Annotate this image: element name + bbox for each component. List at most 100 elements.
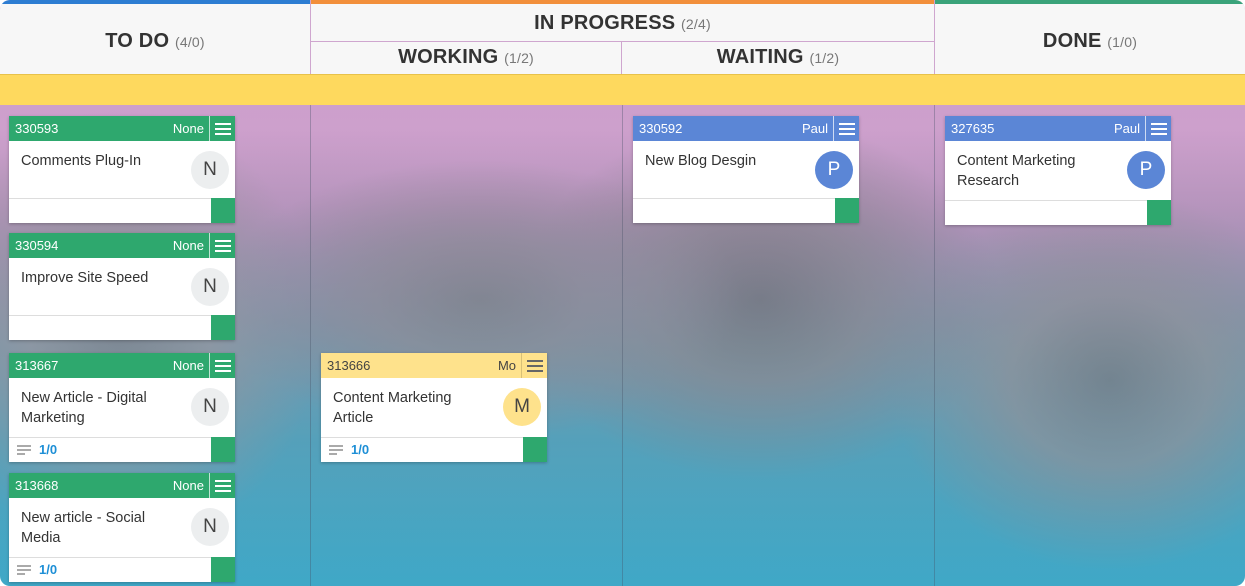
card-title: New Article - Digital Marketing xyxy=(21,390,147,426)
column-divider xyxy=(310,105,311,586)
column-header-done[interactable]: DONE (1/0) xyxy=(935,0,1245,74)
task-card[interactable]: 330592 Paul New Blog Desgin P xyxy=(633,116,859,223)
hamburger-menu-icon[interactable] xyxy=(209,233,235,258)
avatar[interactable]: N xyxy=(191,151,229,189)
card-header: 313666 Mo xyxy=(321,353,547,378)
column-divider xyxy=(934,105,935,586)
card-body: New Article - Digital Marketing N xyxy=(9,378,235,438)
card-status-square[interactable] xyxy=(523,437,547,462)
card-owner: Paul xyxy=(801,121,828,136)
task-card[interactable]: 327635 Paul Content Marketing Research P xyxy=(945,116,1171,225)
avatar[interactable]: N xyxy=(191,268,229,306)
task-card[interactable]: 313667 None New Article - Digital Market… xyxy=(9,353,235,462)
card-title: New article - Social Media xyxy=(21,510,146,546)
hamburger-menu-icon[interactable] xyxy=(209,116,235,141)
column-color-strip xyxy=(935,0,1245,4)
checklist-count: 1/0 xyxy=(39,562,58,577)
column-divider xyxy=(622,105,623,586)
card-body: New Blog Desgin P xyxy=(633,141,859,189)
card-owner: None xyxy=(172,358,204,373)
column-count: (4/0) xyxy=(174,34,205,50)
column-count: (1/0) xyxy=(1107,34,1138,50)
hamburger-menu-icon[interactable] xyxy=(833,116,859,141)
hamburger-menu-icon[interactable] xyxy=(209,473,235,498)
checklist-indicator[interactable]: 1/0 xyxy=(17,442,57,457)
column-header-todo[interactable]: TO DO (4/0) xyxy=(0,0,311,74)
card-id: 330593 xyxy=(15,121,59,136)
subcolumn-header-working[interactable]: WORKING (1/2) xyxy=(311,41,622,74)
checklist-icon xyxy=(17,443,35,457)
card-status-square[interactable] xyxy=(211,198,235,223)
task-card[interactable]: 313666 Mo Content Marketing Article M 1/… xyxy=(321,353,547,462)
card-footer xyxy=(633,198,859,223)
checklist-indicator[interactable]: 1/0 xyxy=(17,562,57,577)
card-id: 327635 xyxy=(951,121,995,136)
card-header: 330594 None xyxy=(9,233,235,258)
column-title-text: IN PROGRESS xyxy=(534,12,676,34)
column-count: (2/4) xyxy=(681,16,711,32)
checklist-icon xyxy=(17,563,35,577)
checklist-count: 1/0 xyxy=(351,442,370,457)
card-title: New Blog Desgin xyxy=(645,153,757,169)
subcolumn-count: (1/2) xyxy=(504,50,534,66)
column-title-text: TO DO xyxy=(105,30,170,52)
avatar[interactable]: N xyxy=(191,388,229,426)
card-id: 330592 xyxy=(639,121,683,136)
task-card[interactable]: 313668 None New article - Social Media N… xyxy=(9,473,235,582)
column-title: DONE (1/0) xyxy=(935,30,1245,53)
card-footer xyxy=(9,198,235,223)
subcolumn-title: WAITING (1/2) xyxy=(622,46,934,69)
card-footer: 1/0 xyxy=(9,557,235,582)
card-header: 330592 Paul xyxy=(633,116,859,141)
card-footer: 1/0 xyxy=(321,437,547,462)
card-id: 330594 xyxy=(15,238,59,253)
card-id: 313667 xyxy=(15,358,59,373)
card-body: Comments Plug-In N xyxy=(9,141,235,189)
card-id: 313668 xyxy=(15,478,59,493)
card-body: Improve Site Speed N xyxy=(9,258,235,306)
card-title: Comments Plug-In xyxy=(21,153,142,169)
card-status-square[interactable] xyxy=(1147,200,1171,225)
card-header: 313668 None xyxy=(9,473,235,498)
card-owner: None xyxy=(172,121,204,136)
column-color-strip xyxy=(0,0,310,4)
card-header: 327635 Paul xyxy=(945,116,1171,141)
card-header: 330593 None xyxy=(9,116,235,141)
card-footer xyxy=(9,315,235,340)
card-owner: Mo xyxy=(497,358,516,373)
board-header: TO DO (4/0) IN PROGRESS (2/4) WORKING (1… xyxy=(0,0,1245,74)
card-title: Improve Site Speed xyxy=(21,270,149,286)
checklist-icon xyxy=(329,443,347,457)
card-status-square[interactable] xyxy=(211,557,235,582)
subcolumn-header-waiting[interactable]: WAITING (1/2) xyxy=(622,41,934,74)
card-status-square[interactable] xyxy=(211,437,235,462)
swimlane-band[interactable] xyxy=(0,74,1245,105)
task-card[interactable]: 330594 None Improve Site Speed N xyxy=(9,233,235,340)
card-owner: None xyxy=(172,238,204,253)
subcolumn-count: (1/2) xyxy=(809,50,840,66)
card-owner: Paul xyxy=(1113,121,1140,136)
card-owner: None xyxy=(172,478,204,493)
column-title-text: DONE xyxy=(1042,30,1102,52)
kanban-board: TO DO (4/0) IN PROGRESS (2/4) WORKING (1… xyxy=(0,0,1245,586)
column-title: TO DO (4/0) xyxy=(0,30,310,53)
subcolumn-title-text: WAITING xyxy=(716,46,804,68)
card-status-square[interactable] xyxy=(211,315,235,340)
hamburger-menu-icon[interactable] xyxy=(209,353,235,378)
checklist-indicator[interactable]: 1/0 xyxy=(329,442,369,457)
column-header-in-progress[interactable]: IN PROGRESS (2/4) WORKING (1/2) WAITING … xyxy=(311,0,935,74)
column-title: IN PROGRESS (2/4) xyxy=(311,12,934,35)
avatar[interactable]: P xyxy=(1127,151,1165,189)
card-title: Content Marketing Article xyxy=(333,390,452,426)
hamburger-menu-icon[interactable] xyxy=(521,353,547,378)
card-footer: 1/0 xyxy=(9,437,235,462)
card-header: 313667 None xyxy=(9,353,235,378)
avatar[interactable]: M xyxy=(503,388,541,426)
checklist-count: 1/0 xyxy=(39,442,58,457)
hamburger-menu-icon[interactable] xyxy=(1145,116,1171,141)
task-card[interactable]: 330593 None Comments Plug-In N xyxy=(9,116,235,223)
avatar[interactable]: N xyxy=(191,508,229,546)
card-body: Content Marketing Research P xyxy=(945,141,1171,201)
avatar[interactable]: P xyxy=(815,151,853,189)
card-status-square[interactable] xyxy=(835,198,859,223)
